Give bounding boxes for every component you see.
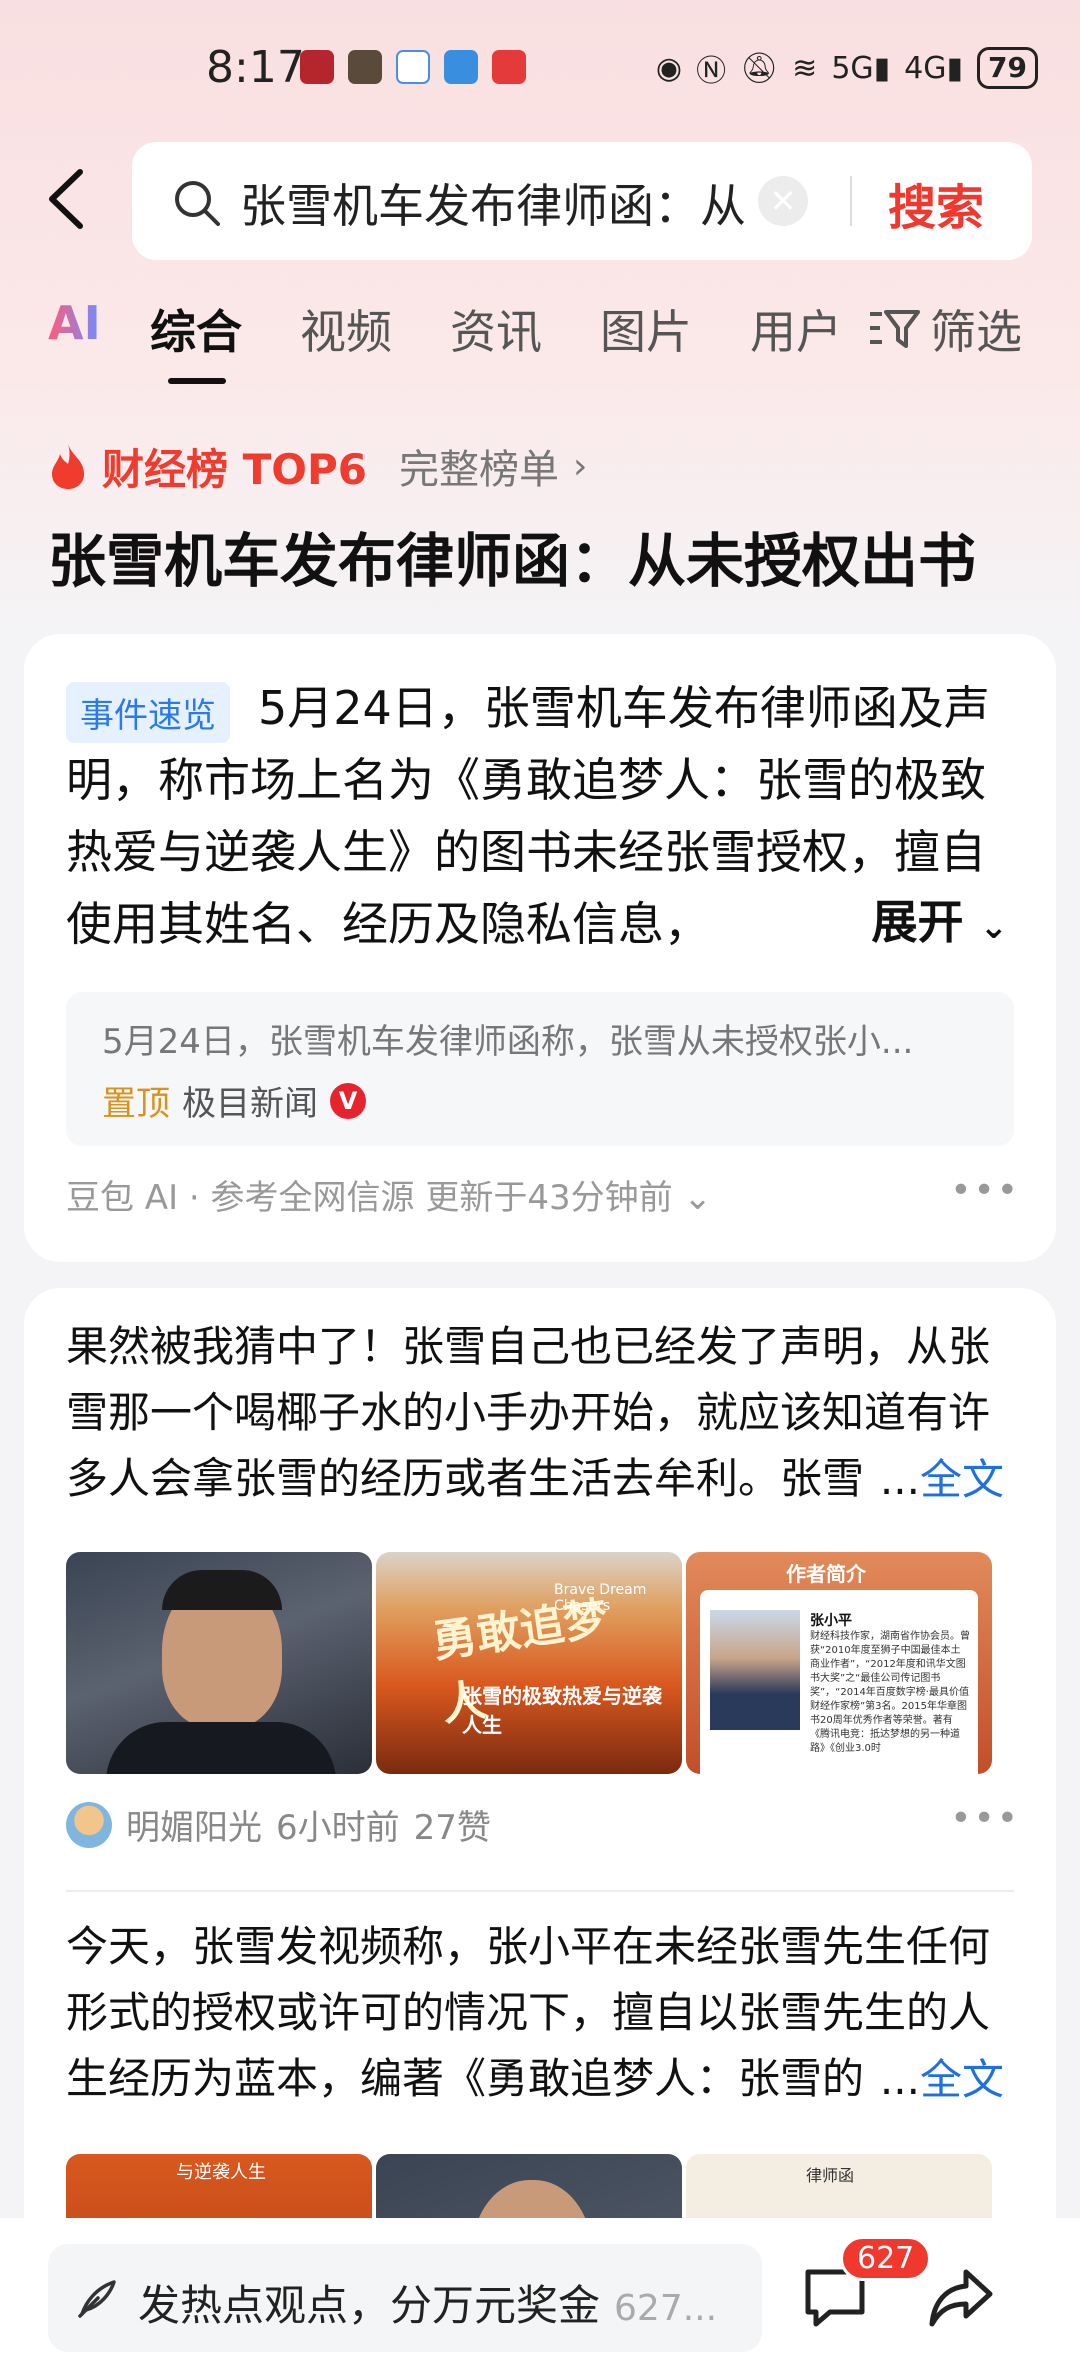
battery-icon: 79 [977, 47, 1038, 89]
verified-icon: V [330, 1082, 366, 1119]
browser-app-icon [396, 50, 430, 84]
share-icon[interactable] [926, 2264, 996, 2330]
status-icons: ◉ Ⓝ 🔕︎ ≋ 5G▮ 4G▮ 79 [656, 46, 1038, 90]
search-divider [850, 176, 852, 226]
mute-icon: 🔕︎ [740, 50, 779, 86]
like-count: 27赞 [413, 1808, 491, 1848]
post-image-1[interactable] [66, 1552, 372, 1774]
news-app-icon [492, 50, 526, 84]
event-tag: 事件速览 [66, 682, 230, 743]
source-quote[interactable]: 5月24日，张雪机车发律师函称，张雪从未授权张小... 置顶 极目新闻 V [66, 992, 1014, 1146]
tab-bar: AI 综合 视频 资讯 图片 用户 筛选 [0, 296, 1080, 396]
wifi-icon: ≋ [792, 50, 818, 86]
post-time: 6小时前 [276, 1808, 400, 1848]
comment-count-inline: 627... [614, 2288, 718, 2329]
more-options-icon[interactable]: ••• [950, 1170, 1020, 1211]
filter-icon [870, 310, 920, 348]
pinned-label: 置顶 [102, 1084, 170, 1124]
more-options-icon[interactable]: ••• [950, 1798, 1020, 1839]
shield-app-icon [348, 50, 382, 84]
full-text-link[interactable]: ...全文 [867, 1446, 1004, 1507]
quote-text: 5月24日，张雪机车发律师函称，张雪从未授权张小... [102, 1022, 914, 1062]
clear-icon[interactable]: ✕ [758, 176, 808, 226]
chat-app-icon [444, 50, 478, 84]
search-input[interactable]: 张雪机车发布律师函：从 [240, 170, 800, 236]
intro-name: 张小平 [810, 1613, 852, 1629]
bottom-bar: 发热点观点，分万元奖金 627... 627 [0, 2218, 1080, 2376]
tab-images[interactable]: 图片 [600, 296, 692, 362]
book-subtitle: 张雪的极致热爱与逆袭人生 [462, 1684, 662, 1737]
fire-icon [52, 444, 84, 489]
tab-ai[interactable]: AI [48, 296, 101, 350]
nfc-icon: Ⓝ [696, 54, 727, 89]
posts-card: 果然被我猜中了！张雪自己也已经发了声明，从张雪那一个喝椰子水的小手办开始，就应该… [24, 1288, 1056, 2376]
active-tab-indicator [168, 378, 226, 384]
full-list-link[interactable]: 完整榜单 [399, 437, 559, 495]
quote-meta: 置顶 极目新闻 V [102, 1076, 366, 1125]
hair-shape [162, 1570, 282, 1610]
image-caption: 与逆袭人生 [176, 2162, 266, 2183]
expand-button[interactable]: 展开 ⌄ [851, 886, 1008, 952]
search-button[interactable]: 搜索 [888, 168, 984, 238]
tab-comprehensive[interactable]: 综合 [150, 296, 242, 362]
rank-title: 财经榜 TOP6 [102, 444, 367, 494]
author-photo [710, 1610, 800, 1730]
chevron-down-icon: ⌄ [683, 1178, 712, 1218]
intro-panel: 张小平 财经科技作家，湖南省作协会员。曾获“2010年度至狮子中国最佳本土商业作… [700, 1590, 978, 1774]
back-button[interactable] [42, 166, 92, 232]
comment-prompt: 发热点观点，分万元奖金 627... [138, 2281, 718, 2330]
filter-label: 筛选 [930, 305, 1022, 359]
tab-users[interactable]: 用户 [750, 296, 842, 362]
comment-count-badge: 627 [840, 2236, 932, 2281]
eye-icon: ◉ [655, 50, 683, 86]
chevron-left-icon [49, 169, 83, 229]
clock: 8:17 [206, 42, 305, 93]
post-image-2[interactable]: 勇敢追梦人 Brave Dream Chasers 张雪的极致热爱与逆袭人生 [376, 1552, 682, 1774]
intro-body: 财经科技作家，湖南省作协会员。曾获“2010年度至狮子中国最佳本土商业作者”，“… [810, 1631, 970, 1754]
app-notification-icon [300, 50, 334, 84]
avatar[interactable] [66, 1801, 112, 1848]
post-author-row[interactable]: 明媚阳光 6小时前 27赞 [66, 1800, 491, 1849]
hot-rank-row[interactable]: 财经榜 TOP6 完整榜单 › [48, 436, 587, 496]
shirt-shape [106, 1722, 336, 1774]
event-summary-card[interactable]: 5月24日，张雪机车发布律师函及声明，称市场上名为《勇敢追梦人：张雪的极致热爱与… [24, 634, 1056, 1262]
book-en-title: Brave Dream Chasers [554, 1582, 647, 1614]
page-title: 张雪机车发布律师函：从未授权出书 [48, 527, 977, 595]
divider [66, 1890, 1014, 1892]
tab-video[interactable]: 视频 [300, 296, 392, 362]
filter-button[interactable]: 筛选 [868, 296, 1022, 362]
pen-icon [78, 2280, 116, 2318]
ai-source-meta[interactable]: 豆包 AI · 参考全网信源 更新于43分钟前 ⌄ [66, 1170, 712, 1219]
post-image-3[interactable]: 作者简介 张小平 财经科技作家，湖南省作协会员。曾获“2010年度至狮子中国最佳… [686, 1552, 992, 1774]
signal-4g-icon: 4G▮ [904, 50, 964, 86]
chevron-right-icon: › [572, 445, 588, 487]
chevron-down-icon: ⌄ [979, 907, 1009, 947]
status-bar: 8:17 ◉ Ⓝ 🔕︎ ≋ 5G▮ 4G▮ 79 [0, 0, 1080, 130]
full-text-link[interactable]: ...全文 [867, 2046, 1004, 2107]
intro-title: 作者简介 [786, 1562, 866, 1586]
author-name[interactable]: 明媚阳光 [126, 1800, 262, 1849]
search-icon [175, 181, 220, 226]
tab-news[interactable]: 资讯 [450, 296, 542, 362]
comment-input[interactable]: 发热点观点，分万元奖金 627... [48, 2244, 762, 2352]
signal-5g-icon: 5G▮ [831, 50, 891, 86]
image-caption: 律师函 [806, 2166, 855, 2185]
source-name: 极目新闻 [182, 1084, 318, 1124]
search-box[interactable]: 张雪机车发布律师函：从 ✕ 搜索 [132, 142, 1032, 260]
